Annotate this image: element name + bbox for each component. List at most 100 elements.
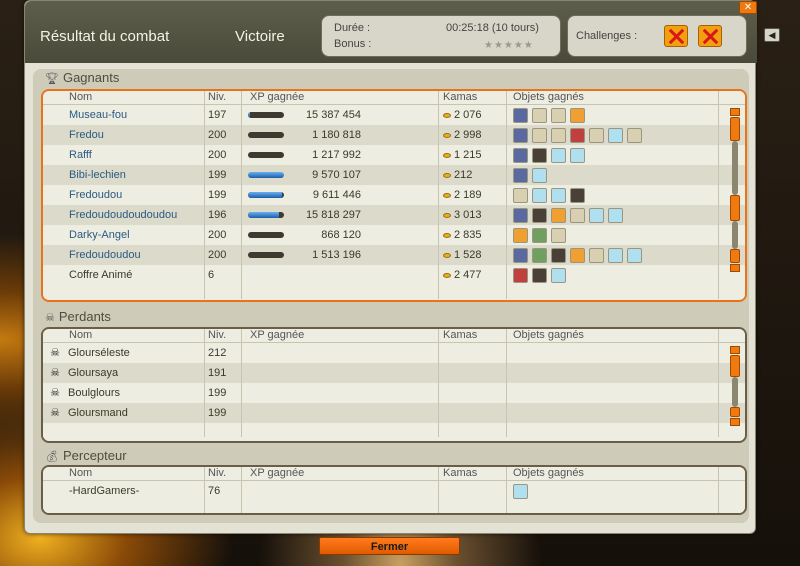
- player-name[interactable]: ☠ Boulglours: [43, 383, 205, 403]
- loot-item-icon[interactable]: [513, 207, 528, 223]
- table-row[interactable]: Rafff 200 1 217 992 1 215: [43, 145, 745, 165]
- kamas-cell: 2 477: [439, 265, 507, 285]
- table-row[interactable]: Fredou 200 1 180 818 2 998: [43, 125, 745, 145]
- loot-cell: [507, 125, 719, 145]
- player-name[interactable]: Coffre Animé: [43, 265, 205, 285]
- kamas-cell: 2 998: [439, 125, 507, 145]
- loot-item-icon[interactable]: [570, 107, 585, 123]
- loot-item-icon[interactable]: [551, 247, 566, 263]
- table-row[interactable]: Bibi-lechien 199 9 570 107 212: [43, 165, 745, 185]
- player-name[interactable]: Museau-fou: [43, 105, 205, 125]
- skull-icon: ☠: [50, 347, 60, 360]
- player-name[interactable]: Fredou: [43, 125, 205, 145]
- losers-scrollbar[interactable]: [729, 345, 741, 427]
- loot-item-icon[interactable]: [513, 247, 528, 263]
- loot-item-icon[interactable]: [570, 187, 585, 203]
- loot-cell: [507, 205, 719, 225]
- player-name[interactable]: Fredoudoudou: [43, 245, 205, 265]
- xp-cell: 1 217 992: [242, 145, 439, 165]
- kamas-cell: 2 189: [439, 185, 507, 205]
- loot-item-icon[interactable]: [570, 127, 585, 143]
- loot-item-icon[interactable]: [532, 267, 547, 283]
- loot-item-icon[interactable]: [608, 207, 623, 223]
- side-panel-toggle[interactable]: ◀: [764, 28, 780, 42]
- loot-item-icon[interactable]: [513, 187, 528, 203]
- kamas-cell: 212: [439, 165, 507, 185]
- table-row[interactable]: ☠ Gloursaya 191: [43, 363, 745, 383]
- player-name[interactable]: Fredoudoudoudoudou: [43, 205, 205, 225]
- table-row[interactable]: Coffre Animé 6 2 477: [43, 265, 745, 285]
- loot-item-icon[interactable]: [551, 207, 566, 223]
- loot-item-icon[interactable]: [513, 227, 528, 243]
- loot-item-icon[interactable]: [513, 127, 528, 143]
- table-row[interactable]: Darky-Angel 200 868 120 2 835: [43, 225, 745, 245]
- loot-item-icon[interactable]: [627, 247, 642, 263]
- loot-item-icon[interactable]: [589, 127, 604, 143]
- loot-item-icon[interactable]: [532, 227, 547, 243]
- loot-item-icon[interactable]: [551, 147, 566, 163]
- skull-icon: ☠: [50, 407, 60, 420]
- table-row[interactable]: -HardGamers- 76: [43, 481, 745, 501]
- player-name[interactable]: ☠ Gloursmand: [43, 403, 205, 423]
- loot-item-icon[interactable]: [627, 127, 642, 143]
- table-row[interactable]: ☠ Gloursmand 199: [43, 403, 745, 423]
- challenges-label: Challenges :: [576, 30, 638, 42]
- loot-item-icon[interactable]: [608, 127, 623, 143]
- xp-progress-bar: [248, 172, 284, 178]
- xp-progress-bar: [248, 152, 284, 158]
- loot-item-icon[interactable]: [513, 267, 528, 283]
- loot-item-icon[interactable]: [570, 147, 585, 163]
- kamas-value: 1 528: [454, 249, 482, 261]
- loot-item-icon[interactable]: [532, 127, 547, 143]
- loot-item-icon[interactable]: [589, 207, 604, 223]
- loot-item-icon[interactable]: [532, 247, 547, 263]
- challenge-failed-icon[interactable]: [698, 25, 722, 47]
- loot-item-icon[interactable]: [551, 127, 566, 143]
- table-row[interactable]: Fredoudoudoudoudou 196 15 818 297 3 013: [43, 205, 745, 225]
- xp-cell: 15 818 297: [242, 205, 439, 225]
- table-row[interactable]: Museau-fou 197 15 387 454 2 076: [43, 105, 745, 125]
- xp-cell: 1 513 196: [242, 245, 439, 265]
- bonus-label: Bonus :: [334, 38, 372, 50]
- losers-table: Nom Niv. XP gagnée Kamas Objets gagnés ☠…: [41, 327, 747, 443]
- player-name[interactable]: Darky-Angel: [43, 225, 205, 245]
- loot-item-icon[interactable]: [532, 107, 547, 123]
- table-header: Nom Niv. XP gagnée Kamas Objets gagnés: [43, 467, 745, 481]
- loot-item-icon[interactable]: [570, 247, 585, 263]
- table-row[interactable]: ☠ Boulglours 199: [43, 383, 745, 403]
- loot-item-icon[interactable]: [513, 483, 528, 499]
- loot-item-icon[interactable]: [608, 247, 623, 263]
- loot-item-icon[interactable]: [570, 207, 585, 223]
- kamas-icon: [443, 272, 451, 278]
- player-name[interactable]: Fredoudou: [43, 185, 205, 205]
- table-row[interactable]: Fredoudou 199 9 611 446 2 189: [43, 185, 745, 205]
- loot-item-icon[interactable]: [532, 147, 547, 163]
- table-row[interactable]: ☠ Glourséleste 212: [43, 343, 745, 363]
- player-name[interactable]: Bibi-lechien: [43, 165, 205, 185]
- loot-item-icon[interactable]: [513, 167, 528, 183]
- collector-title: 💰︎ Percepteur: [45, 448, 127, 463]
- player-name[interactable]: ☠ Glourséleste: [43, 343, 205, 363]
- loot-item-icon[interactable]: [551, 267, 566, 283]
- loot-item-icon[interactable]: [513, 147, 528, 163]
- loot-item-icon[interactable]: [532, 167, 547, 183]
- loot-item-icon[interactable]: [551, 107, 566, 123]
- player-name[interactable]: ☠ Gloursaya: [43, 363, 205, 383]
- losers-title: ☠ Perdants: [45, 309, 111, 324]
- challenge-failed-icon[interactable]: [664, 25, 688, 47]
- window-title: Résultat du combat: [40, 28, 170, 45]
- xp-progress-bar: [248, 232, 284, 238]
- player-name[interactable]: Rafff: [43, 145, 205, 165]
- close-button[interactable]: Fermer: [319, 537, 460, 555]
- close-icon[interactable]: ✕: [739, 1, 757, 14]
- loot-item-icon[interactable]: [589, 247, 604, 263]
- table-row[interactable]: Fredoudoudou 200 1 513 196 1 528: [43, 245, 745, 265]
- loot-item-icon[interactable]: [532, 207, 547, 223]
- winners-scrollbar[interactable]: [729, 107, 741, 273]
- loot-item-icon[interactable]: [532, 187, 547, 203]
- loot-item-icon[interactable]: [551, 227, 566, 243]
- kamas-icon: [443, 192, 451, 198]
- loot-item-icon[interactable]: [513, 107, 528, 123]
- loot-item-icon[interactable]: [551, 187, 566, 203]
- player-level: 200: [205, 225, 242, 245]
